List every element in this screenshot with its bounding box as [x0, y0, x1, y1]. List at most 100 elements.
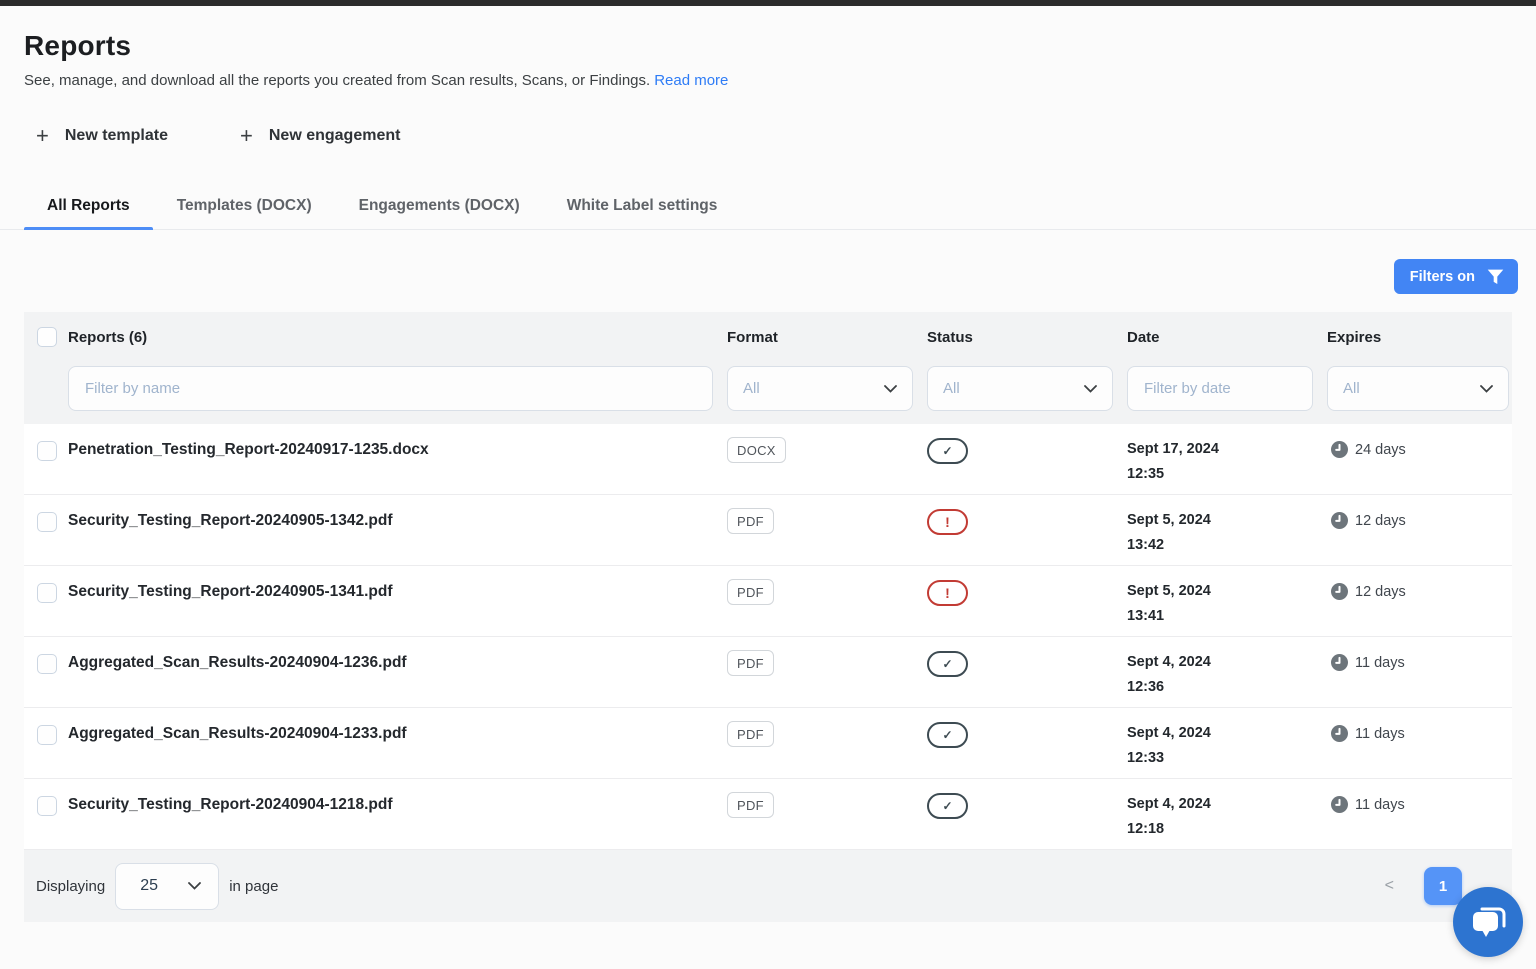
table-row: Security_Testing_Report-20240905-1342.pd…: [24, 495, 1512, 566]
table-header: Reports (6) Format Status Date Expires A…: [24, 312, 1512, 424]
expires-text: 11 days: [1355, 725, 1405, 742]
reports-table: Reports (6) Format Status Date Expires A…: [24, 312, 1512, 922]
status-pill: ✓: [927, 651, 968, 677]
new-engagement-button[interactable]: + New engagement: [240, 125, 400, 147]
tab-bar: All Reports Templates (DOCX) Engagements…: [0, 181, 1536, 230]
table-row: Aggregated_Scan_Results-20240904-1236.pd…: [24, 637, 1512, 708]
check-icon: ✓: [942, 658, 952, 670]
tab-white-label-settings[interactable]: White Label settings: [544, 181, 741, 229]
format-badge: DOCX: [727, 437, 786, 463]
format-badge: PDF: [727, 508, 774, 534]
column-status: Status: [927, 327, 1127, 352]
filter-funnel-icon: [1487, 269, 1504, 285]
table-row: Security_Testing_Report-20240905-1341.pd…: [24, 566, 1512, 637]
clock-icon: [1331, 583, 1348, 600]
expires-text: 12 days: [1355, 512, 1406, 529]
format-filter-select[interactable]: All: [727, 366, 913, 411]
table-row: Aggregated_Scan_Results-20240904-1233.pd…: [24, 708, 1512, 779]
report-name[interactable]: Security_Testing_Report-20240905-1341.pd…: [68, 583, 393, 600]
expires-text: 12 days: [1355, 583, 1406, 600]
row-checkbox[interactable]: [37, 654, 57, 674]
format-badge: PDF: [727, 579, 774, 605]
chat-widget-button[interactable]: [1453, 887, 1523, 957]
page-description: See, manage, and download all the report…: [24, 72, 1512, 89]
filters-bar: Filters on: [0, 230, 1536, 294]
filter-by-name-input[interactable]: [68, 366, 713, 411]
row-checkbox[interactable]: [37, 796, 57, 816]
report-date: Sept 5, 2024: [1127, 512, 1327, 528]
status-pill: ✓: [927, 793, 968, 819]
status-pill: !: [927, 509, 968, 535]
report-time: 12:18: [1127, 821, 1327, 837]
column-expires: Expires: [1327, 327, 1512, 352]
report-time: 13:42: [1127, 537, 1327, 553]
filters-on-button[interactable]: Filters on: [1394, 259, 1518, 294]
filter-row: All All All: [24, 366, 1512, 411]
new-template-button[interactable]: + New template: [36, 125, 168, 147]
table-footer: Displaying 25 in page < 1: [24, 850, 1512, 922]
page-title: Reports: [24, 30, 1512, 62]
tab-engagements-docx[interactable]: Engagements (DOCX): [336, 181, 543, 229]
row-checkbox[interactable]: [37, 583, 57, 603]
report-name[interactable]: Security_Testing_Report-20240905-1342.pd…: [68, 512, 393, 529]
report-name[interactable]: Security_Testing_Report-20240904-1218.pd…: [68, 796, 393, 813]
row-checkbox[interactable]: [37, 441, 57, 461]
chat-bubble-icon: [1467, 901, 1509, 943]
status-pill: ✓: [927, 438, 968, 464]
filter-by-date-input[interactable]: [1127, 366, 1313, 411]
chevron-down-icon: [1084, 385, 1097, 393]
chevron-down-icon: [188, 882, 201, 890]
check-icon: ✓: [942, 800, 952, 812]
page-1-button[interactable]: 1: [1424, 867, 1462, 905]
chevron-down-icon: [1480, 385, 1493, 393]
exclamation-icon: !: [945, 515, 950, 529]
displaying-label: Displaying: [36, 878, 105, 895]
report-date: Sept 4, 2024: [1127, 654, 1327, 670]
format-badge: PDF: [727, 721, 774, 747]
status-pill: ✓: [927, 722, 968, 748]
select-all-checkbox[interactable]: [37, 327, 57, 347]
format-badge: PDF: [727, 650, 774, 676]
report-date: Sept 4, 2024: [1127, 796, 1327, 812]
clock-icon: [1331, 441, 1348, 458]
tab-templates-docx[interactable]: Templates (DOCX): [154, 181, 335, 229]
in-page-label: in page: [229, 878, 278, 895]
exclamation-icon: !: [945, 586, 950, 600]
header-actions: + New template + New engagement: [24, 125, 1512, 147]
read-more-link[interactable]: Read more: [654, 72, 728, 89]
format-badge: PDF: [727, 792, 774, 818]
column-date: Date: [1127, 327, 1327, 352]
table-row: Penetration_Testing_Report-20240917-1235…: [24, 424, 1512, 495]
report-time: 13:41: [1127, 608, 1327, 624]
report-name[interactable]: Penetration_Testing_Report-20240917-1235…: [68, 441, 429, 458]
table-body: Penetration_Testing_Report-20240917-1235…: [24, 424, 1512, 850]
status-filter-select[interactable]: All: [927, 366, 1113, 411]
expires-filter-select[interactable]: All: [1327, 366, 1509, 411]
column-format: Format: [727, 327, 927, 352]
report-time: 12:36: [1127, 679, 1327, 695]
status-pill: !: [927, 580, 968, 606]
report-time: 12:35: [1127, 466, 1327, 482]
report-name[interactable]: Aggregated_Scan_Results-20240904-1236.pd…: [68, 654, 407, 671]
plus-icon: +: [240, 125, 253, 147]
header-label-row: Reports (6) Format Status Date Expires: [24, 327, 1512, 352]
report-time: 12:33: [1127, 750, 1327, 766]
previous-page-button[interactable]: <: [1385, 877, 1394, 895]
row-checkbox[interactable]: [37, 725, 57, 745]
row-checkbox[interactable]: [37, 512, 57, 532]
chevron-down-icon: [884, 385, 897, 393]
expires-text: 24 days: [1355, 441, 1406, 458]
clock-icon: [1331, 725, 1348, 742]
report-name[interactable]: Aggregated_Scan_Results-20240904-1233.pd…: [68, 725, 407, 742]
per-page-select[interactable]: 25: [115, 863, 219, 910]
report-date: Sept 5, 2024: [1127, 583, 1327, 599]
report-date: Sept 4, 2024: [1127, 725, 1327, 741]
page-header: Reports See, manage, and download all th…: [0, 6, 1536, 147]
check-icon: ✓: [942, 729, 952, 741]
plus-icon: +: [36, 125, 49, 147]
expires-text: 11 days: [1355, 796, 1405, 813]
expires-text: 11 days: [1355, 654, 1405, 671]
clock-icon: [1331, 796, 1348, 813]
tab-all-reports[interactable]: All Reports: [24, 181, 153, 229]
clock-icon: [1331, 654, 1348, 671]
